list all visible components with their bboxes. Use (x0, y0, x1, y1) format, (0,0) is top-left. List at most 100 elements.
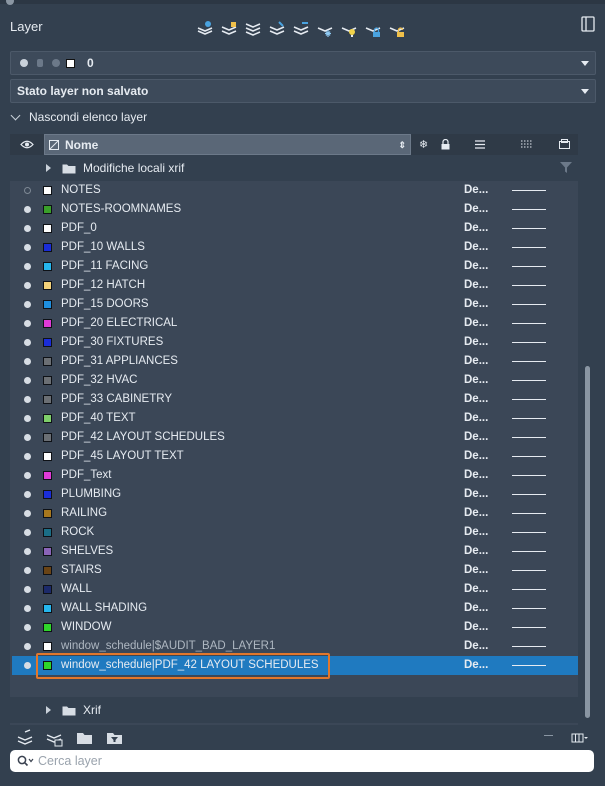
name-column-header[interactable]: Nome ⇕ (44, 134, 411, 155)
linetype-value[interactable]: De... (464, 260, 488, 272)
linetype-column-icon[interactable] (521, 140, 532, 148)
linetype-value[interactable]: De... (464, 393, 488, 405)
layer-row[interactable]: RAILING De... (12, 504, 578, 523)
linetype-value[interactable]: De... (464, 469, 488, 481)
layer-color-swatch[interactable] (43, 585, 52, 594)
layer-color-swatch[interactable] (43, 604, 52, 613)
layer-color-swatch[interactable] (43, 338, 52, 347)
linetype-value[interactable]: De... (464, 355, 488, 367)
linetype-value[interactable]: De... (464, 488, 488, 500)
layer-color-swatch[interactable] (43, 262, 52, 271)
plot-column-icon[interactable] (559, 139, 570, 149)
filter-icon[interactable] (560, 162, 572, 173)
linetype-value[interactable]: De... (464, 374, 488, 386)
search-layer-field[interactable]: Cerca layer (10, 750, 594, 772)
layer-row[interactable]: PDF_20 ELECTRICAL De... (12, 314, 578, 333)
expand-arrow-icon[interactable] (46, 164, 51, 172)
current-layer-dropdown[interactable]: 0 (10, 51, 596, 75)
lineweight-sample[interactable] (512, 475, 546, 476)
layer-color-swatch[interactable] (43, 414, 52, 423)
layer-color-swatch[interactable] (43, 376, 52, 385)
layer-color-swatch[interactable] (43, 433, 52, 442)
layer-filter-icon[interactable] (45, 729, 63, 747)
layer-row[interactable]: NOTES-ROOMNAMES De... (12, 200, 578, 219)
visibility-toggle-icon[interactable] (24, 187, 31, 194)
layer-color-swatch[interactable] (43, 547, 52, 556)
visibility-toggle-icon[interactable] (24, 415, 31, 422)
new-layer-vp-frozen-icon[interactable] (220, 20, 238, 38)
dock-panel-icon[interactable] (581, 16, 595, 32)
lineweight-sample[interactable] (512, 532, 546, 533)
linetype-value[interactable]: De... (464, 621, 488, 633)
visibility-toggle-icon[interactable] (24, 548, 31, 555)
lineweight-sample[interactable] (512, 608, 546, 609)
layer-row[interactable]: ROCK De... (12, 523, 578, 542)
layer-row[interactable]: WALL De... (12, 580, 578, 599)
visibility-toggle-icon[interactable] (24, 529, 31, 536)
visibility-toggle-icon[interactable] (24, 567, 31, 574)
lineweight-sample[interactable] (512, 551, 546, 552)
lineweight-sample[interactable] (512, 247, 546, 248)
layer-row[interactable]: PDF_32 HVAC De... (12, 371, 578, 390)
new-layer-icon[interactable] (196, 20, 214, 38)
linetype-value[interactable]: De... (464, 222, 488, 234)
layer-row[interactable]: PDF_Text De... (12, 466, 578, 485)
visibility-toggle-icon[interactable] (24, 472, 31, 479)
lineweight-column-icon[interactable] (475, 140, 485, 149)
lineweight-sample[interactable] (512, 266, 546, 267)
layer-color-swatch[interactable] (43, 186, 52, 195)
layer-row[interactable]: WALL SHADING De... (12, 599, 578, 618)
lineweight-sample[interactable] (512, 323, 546, 324)
layer-color-swatch[interactable] (43, 509, 52, 518)
new-group-filter-icon[interactable] (76, 729, 94, 747)
layer-row[interactable]: PDF_11 FACING De... (12, 257, 578, 276)
lineweight-sample[interactable] (512, 418, 546, 419)
lineweight-sample[interactable] (512, 456, 546, 457)
lineweight-sample[interactable] (512, 361, 546, 362)
linetype-value[interactable]: De... (464, 184, 488, 196)
linetype-value[interactable]: De... (464, 564, 488, 576)
visibility-toggle-icon[interactable] (24, 605, 31, 612)
layer-color-swatch[interactable] (43, 395, 52, 404)
layer-color-swatch[interactable] (43, 205, 52, 214)
visibility-toggle-icon[interactable] (24, 491, 31, 498)
lineweight-sample[interactable] (512, 342, 546, 343)
visibility-toggle-icon[interactable] (24, 377, 31, 384)
lineweight-sample[interactable] (512, 380, 546, 381)
layer-color-swatch[interactable] (43, 357, 52, 366)
visibility-toggle-icon[interactable] (24, 643, 31, 650)
lineweight-sample[interactable] (512, 399, 546, 400)
xref-local-changes-group[interactable]: Modifiche locali xrif (10, 155, 578, 181)
window-close-dot[interactable] (6, 0, 14, 5)
visibility-toggle-icon[interactable] (24, 624, 31, 631)
collapse-icon[interactable] (544, 735, 553, 736)
search-icon[interactable] (17, 755, 35, 767)
lock-column-icon[interactable] (441, 139, 450, 150)
linetype-value[interactable]: De... (464, 450, 488, 462)
linetype-value[interactable]: De... (464, 317, 488, 329)
lock-icon[interactable] (364, 20, 382, 38)
linetype-value[interactable]: De... (464, 431, 488, 443)
linetype-value[interactable]: De... (464, 241, 488, 253)
column-settings-icon[interactable] (571, 729, 589, 747)
linetype-value[interactable]: De... (464, 526, 488, 538)
visibility-toggle-icon[interactable] (24, 358, 31, 365)
xref-group[interactable]: Xrif (10, 697, 578, 723)
lineweight-sample[interactable] (512, 570, 546, 571)
lineweight-sample[interactable] (512, 627, 546, 628)
layer-previous-icon[interactable] (292, 20, 310, 38)
layer-row[interactable]: NOTES De... (12, 181, 578, 200)
layer-color-swatch[interactable] (43, 490, 52, 499)
visibility-toggle-icon[interactable] (24, 453, 31, 460)
visibility-toggle-icon[interactable] (24, 282, 31, 289)
linetype-value[interactable]: De... (464, 279, 488, 291)
layer-color-swatch[interactable] (43, 281, 52, 290)
hide-layer-list-toggle[interactable]: Nascondi elenco layer (10, 110, 147, 124)
visibility-toggle-icon[interactable] (24, 339, 31, 346)
layer-row[interactable]: PLUMBING De... (12, 485, 578, 504)
layer-row[interactable]: PDF_0 De... (12, 219, 578, 238)
lineweight-sample[interactable] (512, 646, 546, 647)
linetype-value[interactable]: De... (464, 298, 488, 310)
layer-color-swatch[interactable] (43, 471, 52, 480)
visibility-toggle-icon[interactable] (24, 263, 31, 270)
